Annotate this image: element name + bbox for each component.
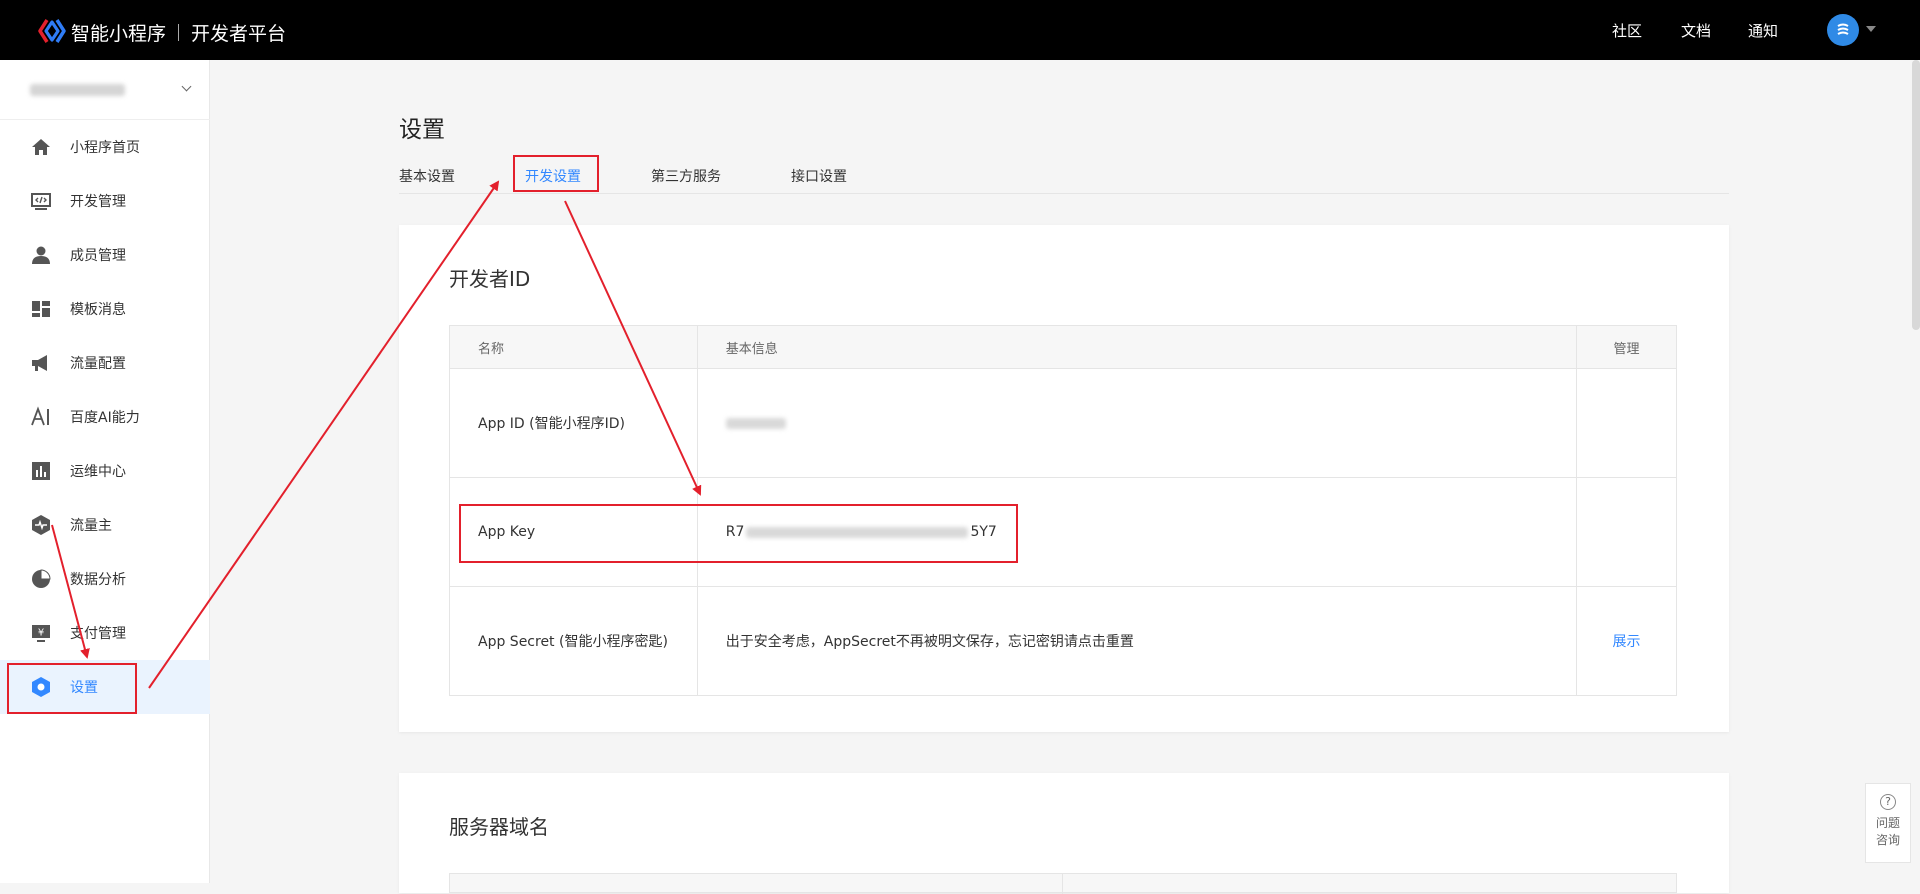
page-scrollbar[interactable] (1912, 60, 1920, 330)
sidebar-item-label: 成员管理 (70, 248, 126, 264)
help-consult-button[interactable]: ? 问题 咨询 (1865, 783, 1911, 863)
logo-icon[interactable] (38, 18, 66, 44)
pie-icon (32, 569, 51, 588)
sidebar-item-baidu-ai[interactable]: 百度AI能力 (0, 390, 210, 444)
highlight-dev-settings-tab (513, 155, 599, 192)
sidebar-item-payment[interactable]: ¥ 支付管理 (0, 606, 210, 660)
chart-icon (32, 462, 50, 480)
sidebar-item-templates[interactable]: 模板消息 (0, 282, 210, 336)
server-domain-table-header (449, 873, 1677, 894)
sidebar-item-label: 支付管理 (70, 626, 126, 642)
sidebar-item-traffic-owner[interactable]: 流量主 (0, 498, 210, 552)
app-name-redacted (30, 84, 125, 96)
highlight-settings-item (7, 663, 137, 714)
developer-id-card: 开发者ID 名称 基本信息 管理 App ID (智能小程序ID) App Ke… (399, 225, 1729, 732)
user-icon (32, 246, 50, 264)
column-header-name: 名称 (449, 325, 698, 369)
avatar[interactable] (1827, 14, 1859, 46)
chevron-down-icon (181, 81, 192, 92)
ai-icon (31, 406, 49, 426)
code-icon (31, 193, 51, 210)
sidebar-item-label: 模板消息 (70, 302, 126, 318)
sidebar-item-label: 数据分析 (70, 572, 126, 588)
app-selector[interactable] (0, 60, 210, 120)
payment-icon: ¥ (32, 625, 50, 642)
show-secret-link[interactable]: 展示 (1613, 634, 1641, 650)
megaphone-icon (32, 355, 47, 371)
app-key-manage (1576, 477, 1677, 587)
help-label-line1: 问题 (1875, 816, 1900, 830)
top-bar: 智能小程序 开发者平台 社区 文档 通知 (0, 0, 1920, 60)
app-secret-value: 出于安全考虑，AppSecret不再被明文保存，忘记密钥请点击重置 (696, 586, 1578, 696)
developer-id-title: 开发者ID (449, 267, 531, 291)
brand-name: 智能小程序 (71, 23, 167, 45)
tab-basic-settings[interactable]: 基本设置 (399, 166, 455, 186)
app-secret-label: App Secret (智能小程序密匙) (449, 586, 698, 696)
app-id-label: App ID (智能小程序ID) (449, 368, 698, 478)
sidebar-item-traffic-config[interactable]: 流量配置 (0, 336, 210, 390)
sidebar-item-label: 运维中心 (70, 464, 126, 480)
hexagon-pulse-icon (32, 515, 50, 535)
home-icon (32, 139, 50, 155)
help-label-line2: 咨询 (1875, 833, 1900, 847)
sidebar-item-data-analysis[interactable]: 数据分析 (0, 552, 210, 606)
app-id-manage (1576, 368, 1677, 478)
table-row: App ID (智能小程序ID) (449, 368, 1677, 478)
avatar-logo-icon (1837, 23, 1849, 35)
sidebar: 小程序首页 开发管理 成员管理 模板消息 流量配置 百度AI能力 运维中心 流量… (0, 60, 210, 883)
server-domain-title: 服务器域名 (449, 815, 549, 839)
sidebar-item-dev-management[interactable]: 开发管理 (0, 174, 210, 228)
sidebar-item-home[interactable]: 小程序首页 (0, 120, 210, 174)
platform-name: 开发者平台 (191, 23, 287, 45)
sidebar-item-ops-center[interactable]: 运维中心 (0, 444, 210, 498)
nav-docs[interactable]: 文档 (1681, 20, 1711, 41)
tab-api-settings[interactable]: 接口设置 (791, 166, 847, 186)
sidebar-item-label: 开发管理 (70, 194, 126, 210)
page-title: 设置 (399, 117, 445, 143)
sidebar-item-label: 百度AI能力 (70, 410, 140, 426)
brand-divider (178, 24, 180, 41)
app-id-value (696, 368, 1578, 478)
brand[interactable]: 智能小程序 开发者平台 (71, 19, 286, 46)
sidebar-item-label: 流量配置 (70, 356, 126, 372)
table-divider (1062, 874, 1063, 894)
highlight-app-key-row (459, 504, 1018, 563)
question-icon: ? (1880, 794, 1896, 810)
sidebar-item-members[interactable]: 成员管理 (0, 228, 210, 282)
table-row: App Secret (智能小程序密匙) 出于安全考虑，AppSecret不再被… (449, 586, 1677, 696)
template-icon (32, 301, 50, 317)
account-dropdown-icon[interactable] (1866, 26, 1876, 32)
tab-third-party[interactable]: 第三方服务 (651, 166, 721, 186)
svg-text:¥: ¥ (38, 628, 44, 639)
server-domain-card: 服务器域名 (399, 773, 1729, 894)
nav-community[interactable]: 社区 (1612, 20, 1642, 41)
column-header-info: 基本信息 (696, 325, 1578, 369)
app-id-redacted (725, 417, 786, 429)
app-secret-manage: 展示 (1576, 586, 1677, 696)
column-header-manage: 管理 (1576, 325, 1677, 369)
sidebar-item-label: 流量主 (70, 518, 112, 534)
table-header-row: 名称 基本信息 管理 (449, 325, 1677, 369)
sidebar-item-label: 小程序首页 (70, 140, 140, 156)
nav-notifications[interactable]: 通知 (1748, 20, 1778, 41)
